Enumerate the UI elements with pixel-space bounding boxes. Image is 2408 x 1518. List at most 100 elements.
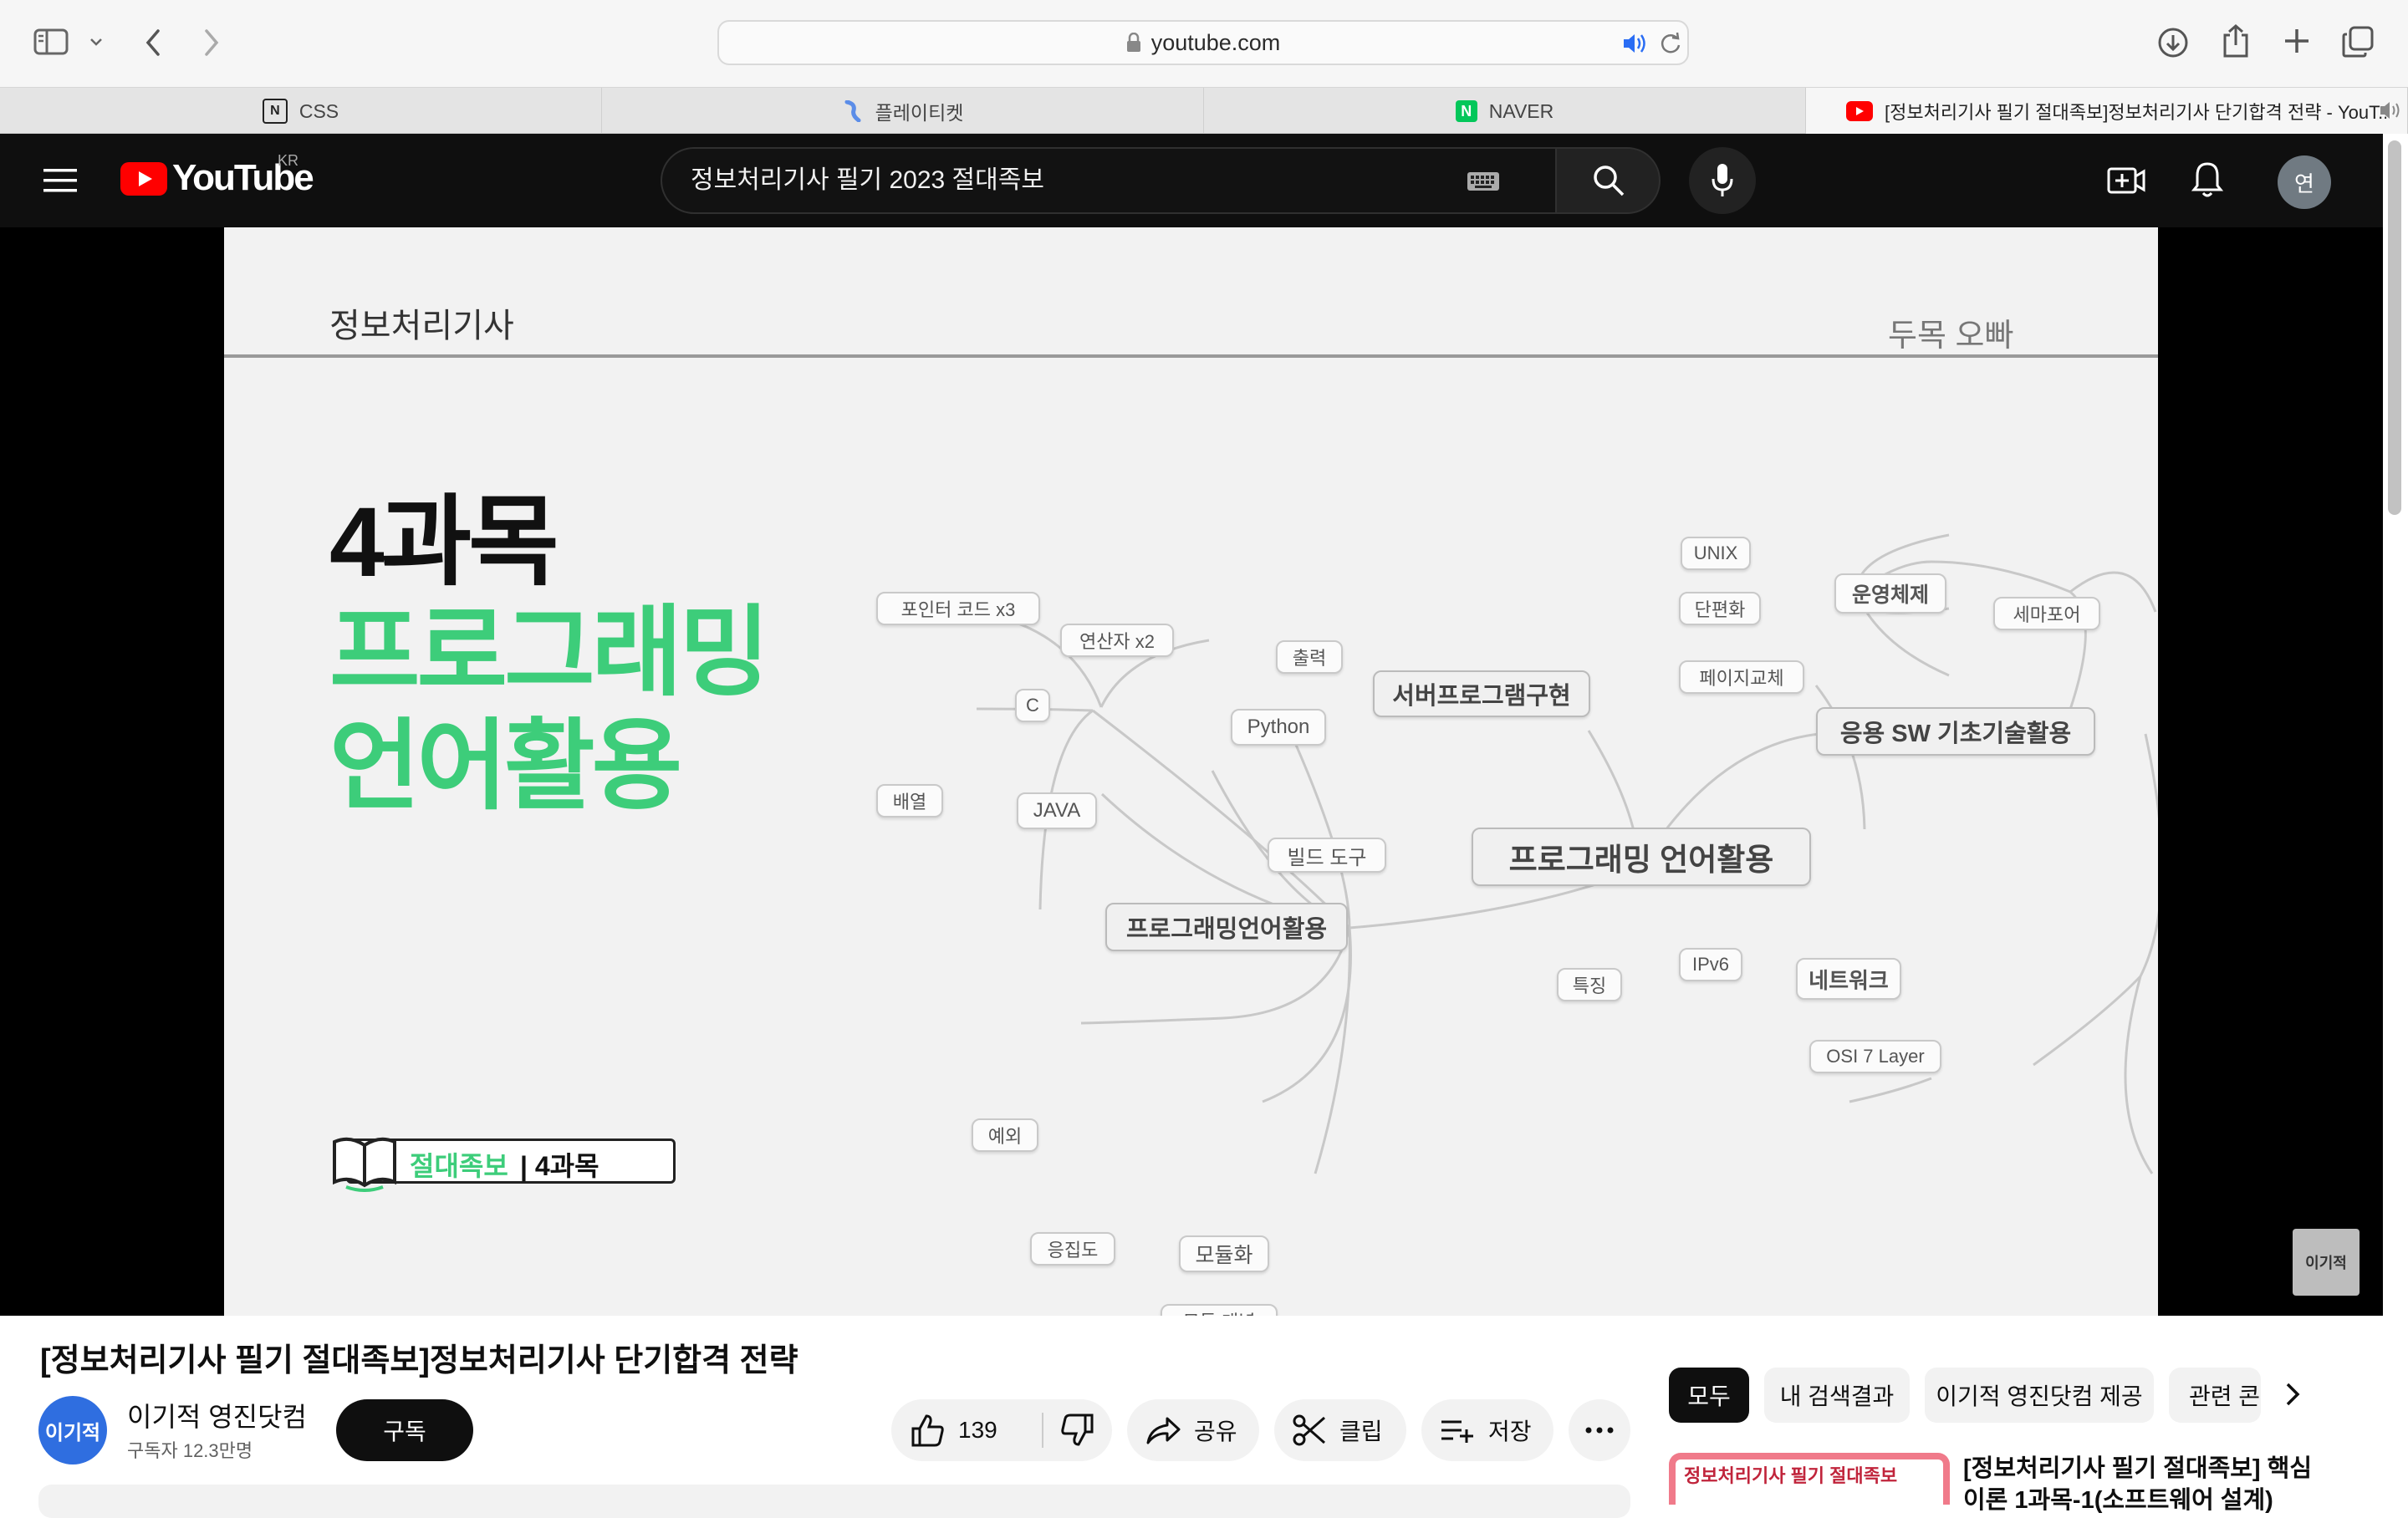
share-button[interactable]: 공유 [1127, 1399, 1259, 1461]
mindmap-node-server: 서버프로그램구현 [1373, 670, 1590, 717]
tab-playticket[interactable]: 플레이티켓 [602, 88, 1204, 135]
youtube-header: YouTube KR 정보처리기사 필기 2023 절대족보 연 [0, 134, 2383, 227]
channel-watermark[interactable]: 이기적 [2293, 1229, 2360, 1296]
more-actions-button[interactable] [1569, 1399, 1630, 1461]
clip-label: 클립 [1339, 1419, 1383, 1444]
playticket-icon [842, 100, 864, 122]
clip-button[interactable]: 클립 [1274, 1399, 1406, 1461]
browser-toolbar: youtube.com [0, 0, 2408, 87]
video-title: [정보처리기사 필기 절대족보]정보처리기사 단기합격 전략 [40, 1343, 798, 1378]
tab-label: 플레이티켓 [875, 102, 964, 124]
chip-channel[interactable]: 이기적 영진닷컴 제공 [1925, 1368, 2154, 1423]
search-query-text: 정보처리기사 필기 2023 절대족보 [691, 166, 1044, 194]
mindmap-leaf-pointer: 포인터 코드 x3 [876, 592, 1040, 625]
region-code: KR [278, 152, 299, 169]
playlist-add-icon [1440, 1418, 1475, 1443]
account-avatar[interactable]: 연 [2278, 155, 2331, 209]
slide-badge: 절대족보 | 4과목 [329, 1137, 677, 1192]
mindmap-leaf-java: JAVA [1017, 792, 1097, 829]
channel-avatar[interactable]: 이기적 [38, 1396, 107, 1465]
like-count: 139 [958, 1417, 997, 1443]
download-icon[interactable] [2157, 27, 2189, 59]
address-bar[interactable]: youtube.com [717, 20, 1689, 65]
mindmap-leaf-feature: 특징 [1557, 968, 1622, 1001]
tab-css[interactable]: N CSS [0, 88, 602, 135]
hamburger-menu-icon[interactable] [43, 167, 77, 194]
chip-all[interactable]: 모두 [1669, 1368, 1749, 1423]
dislike-button[interactable] [1043, 1399, 1112, 1461]
chevron-down-icon[interactable] [89, 37, 104, 47]
thumbnail-text: 정보처리기사 필기 절대족보 [1684, 1465, 1898, 1486]
tab-overview-icon[interactable] [2341, 25, 2375, 59]
youtube-logo-icon[interactable] [120, 162, 167, 196]
notion-icon: N [262, 99, 288, 124]
recommendation-thumbnail[interactable]: 정보처리기사 필기 절대족보 [1669, 1453, 1950, 1505]
recommendation-title[interactable]: [정보처리기사 필기 절대족보] 핵심이론 1과목-1(소프트웨어 설계) [1963, 1453, 2314, 1516]
mindmap-leaf-osi: OSI 7 Layer [1809, 1040, 1941, 1073]
save-button[interactable]: 저장 [1421, 1399, 1553, 1461]
thumbs-up-icon [910, 1414, 945, 1447]
mindmap-leaf-cohesion: 응집도 [1030, 1232, 1115, 1266]
notifications-bell-icon[interactable] [2189, 160, 2226, 199]
thumbs-down-icon [1060, 1414, 1095, 1447]
mindmap-leaf-semaphore: 세마포어 [1993, 597, 2100, 630]
search-icon [1592, 164, 1625, 197]
open-book-icon [329, 1133, 400, 1192]
chip-related[interactable]: 관련 콘 [2169, 1368, 2261, 1423]
forward-arrow-icon[interactable] [202, 28, 221, 57]
back-arrow-icon[interactable] [144, 28, 162, 57]
search-button[interactable] [1555, 147, 1661, 214]
lock-icon [1126, 33, 1141, 53]
chip-my-search[interactable]: 내 검색결과 [1764, 1368, 1910, 1423]
description-box[interactable] [38, 1485, 1630, 1518]
mindmap-leaf-fragment: 단편화 [1679, 592, 1761, 625]
reload-icon[interactable] [1659, 32, 1682, 55]
mindmap-leaf-module-concept: 모듈 개념 [1161, 1304, 1278, 1316]
mindmap-leaf-modularization: 모듈화 [1179, 1235, 1269, 1272]
mindmap-node-programming: 프로그래밍언어활용 [1105, 903, 1348, 951]
mindmap-leaf-build-tool: 빌드 도구 [1268, 838, 1386, 873]
scrollbar-thumb[interactable] [2388, 140, 2401, 515]
scissors-icon [1293, 1414, 1326, 1446]
mindmap-leaf-output: 출력 [1276, 640, 1343, 674]
chevron-right-icon[interactable] [2283, 1378, 2303, 1411]
youtube-icon [1846, 101, 1873, 121]
voice-search-button[interactable] [1689, 147, 1756, 214]
save-label: 저장 [1488, 1419, 1532, 1444]
badge-text-green: 절대족보 [410, 1151, 508, 1181]
share-icon[interactable] [2221, 23, 2251, 59]
subscribe-button[interactable]: 구독 [336, 1399, 473, 1461]
tab-youtube[interactable]: [정보처리기사 필기 절대족보]정보처리기사 단기합격 전략 - YouT... [1806, 88, 2408, 135]
url-text: youtube.com [1150, 29, 1281, 55]
keyboard-icon[interactable] [1467, 169, 1500, 192]
mindmap-node-os: 운영체제 [1834, 573, 1946, 614]
badge-text-dark: | 4과목 [520, 1151, 599, 1181]
create-video-icon[interactable] [2107, 164, 2145, 197]
tab-naver[interactable]: N NAVER [1204, 88, 1806, 135]
speaker-icon[interactable] [1622, 32, 1649, 55]
naver-icon: N [1455, 100, 1477, 122]
video-slide-content[interactable]: 정보처리기사 두목 오빠 4과목 프로그래밍 언어활용 프로그래밍 언어활용 서… [224, 227, 2158, 1316]
mindmap-leaf-c: C [1015, 689, 1050, 722]
sidebar-toggle-icon[interactable] [33, 28, 69, 55]
mindmap-leaf-exception: 예외 [972, 1118, 1038, 1152]
mindmap-leaf-page-replace: 페이지교체 [1679, 660, 1804, 694]
like-dislike-group: 139 [891, 1399, 1112, 1461]
mindmap-leaf-operator: 연산자 x2 [1060, 624, 1174, 657]
mindmap-leaf-ipv6: IPv6 [1679, 948, 1742, 981]
subscriber-count: 구독자 12.3만명 [127, 1440, 253, 1461]
tab-strip: N CSS 플레이티켓 N NAVER [정보처리기사 필기 절대족보]정보처리… [0, 87, 2408, 135]
microphone-icon [1711, 162, 1734, 199]
tab-label: NAVER [1488, 99, 1554, 122]
mindmap-leaf-array: 배열 [876, 784, 943, 818]
tab-audio-icon[interactable] [2379, 99, 2402, 121]
new-tab-icon[interactable] [2283, 27, 2311, 55]
tab-label: [정보처리기사 필기 절대족보]정보처리기사 단기합격 전략 - YouT... [1885, 102, 2386, 123]
mindmap-central-node: 프로그래밍 언어활용 [1472, 828, 1811, 886]
channel-name[interactable]: 이기적 영진닷컴 [127, 1396, 307, 1434]
search-input[interactable]: 정보처리기사 필기 2023 절대족보 [661, 147, 1555, 214]
tab-label: CSS [298, 99, 339, 122]
mindmap-node-sw: 응용 SW 기초기술활용 [1816, 707, 2095, 756]
share-label: 공유 [1194, 1419, 1237, 1444]
like-button[interactable]: 139 [891, 1399, 1042, 1461]
